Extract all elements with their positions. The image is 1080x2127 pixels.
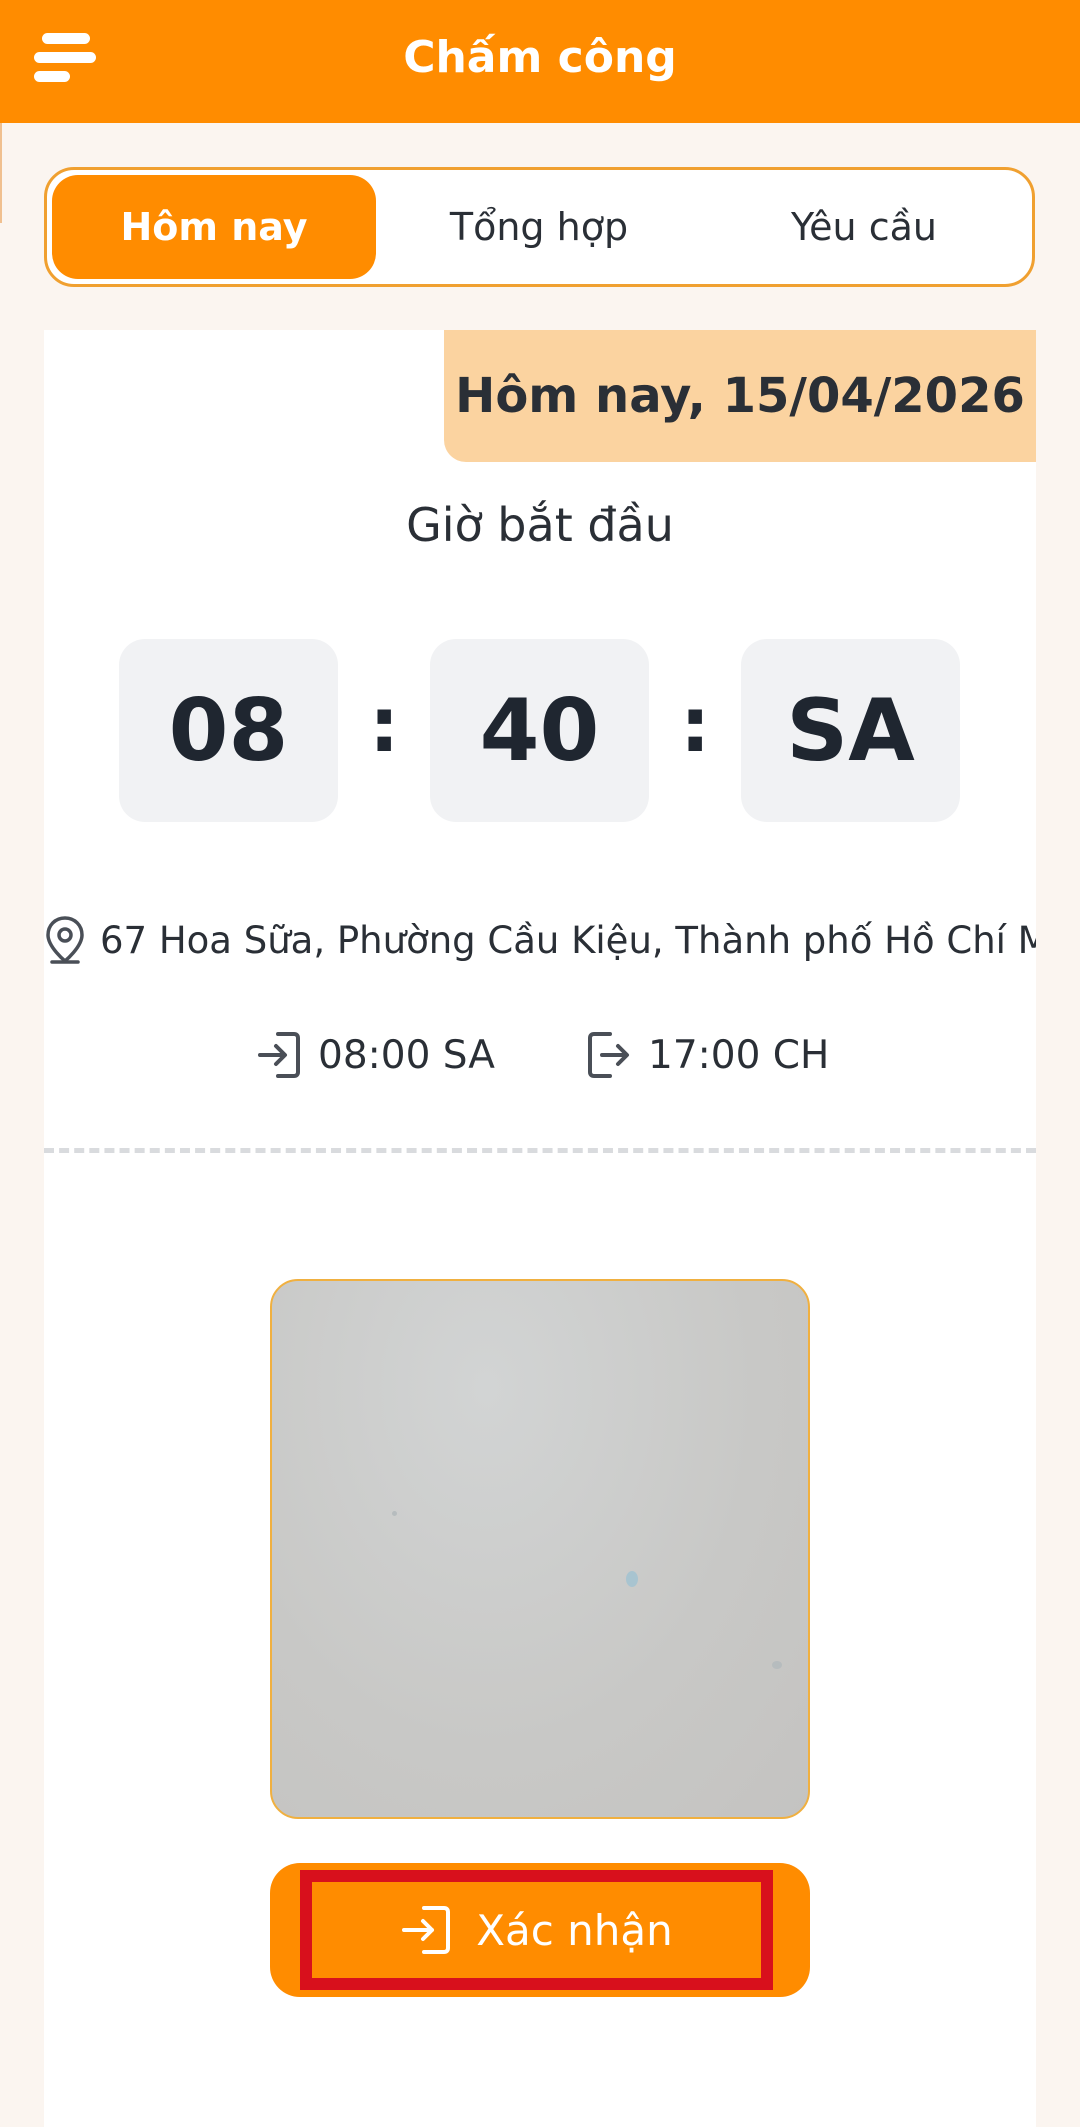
location-pin-icon [46, 916, 84, 964]
divider [44, 1148, 1036, 1153]
login-icon [402, 1906, 451, 1954]
minute-box: 40 [430, 639, 649, 822]
time-separator: : [369, 680, 400, 769]
confirm-button-highlight[interactable]: Xác nhận [300, 1870, 773, 1990]
camera-preview[interactable] [270, 1279, 810, 1819]
shift-check-in: 08:00 SA [256, 1025, 495, 1085]
attendance-card: Hôm nay, 15/04/2026 Giờ bắt đầu 08 : 40 … [44, 330, 1036, 2127]
app-header: Chấm công [0, 0, 1080, 123]
tab-requests[interactable]: Yêu cầu [702, 175, 1026, 279]
shift-check-out: 17:00 CH [586, 1025, 829, 1085]
date-badge: Hôm nay, 15/04/2026 [444, 330, 1036, 462]
confirm-label: Xác nhận [476, 1905, 673, 1955]
tab-today[interactable]: Hôm nay [52, 175, 376, 279]
logout-icon [588, 1032, 629, 1078]
tab-bar: Hôm nay Tổng hợp Yêu cầu [44, 167, 1035, 287]
period-box: SA [741, 639, 960, 822]
tab-summary[interactable]: Tổng hợp [377, 175, 701, 279]
page-title: Chấm công [403, 32, 677, 83]
edge-divider [0, 123, 2, 223]
check-out-time: 17:00 CH [648, 1032, 830, 1078]
check-in-time: 08:00 SA [318, 1032, 495, 1078]
start-time-label: Giờ bắt đầu [406, 498, 674, 552]
time-separator: : [680, 680, 711, 769]
login-icon [258, 1032, 300, 1078]
location-row: 67 Hoa Sữa, Phường Cầu Kiệu, Thành phố H… [44, 905, 1036, 975]
address-text: 67 Hoa Sữa, Phường Cầu Kiệu, Thành phố H… [100, 918, 1036, 962]
hour-box: 08 [119, 639, 338, 822]
confirm-button[interactable]: Xác nhận [270, 1863, 810, 1997]
